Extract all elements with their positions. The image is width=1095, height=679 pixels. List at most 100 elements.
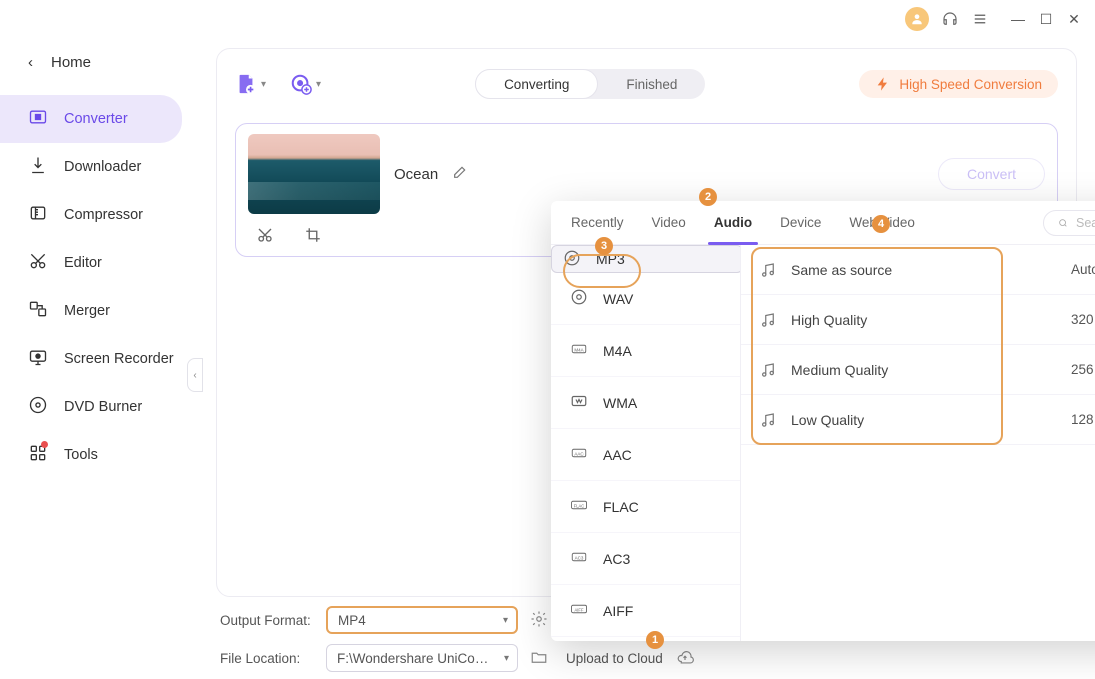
svg-text:AIFF: AIFF <box>575 607 584 612</box>
search-icon <box>1058 216 1068 230</box>
quality-rate: 128 kbps <box>1071 412 1095 427</box>
music-icon <box>759 411 777 429</box>
trim-icon[interactable] <box>256 226 274 244</box>
quality-name: Same as source <box>791 262 1071 278</box>
chevron-left-icon: ‹ <box>28 54 33 71</box>
rename-icon[interactable] <box>452 164 468 185</box>
add-disc-button[interactable]: ▾ <box>290 73 321 95</box>
downloader-icon <box>28 155 48 179</box>
screen-recorder-icon <box>28 347 48 371</box>
high-speed-pill[interactable]: High Speed Conversion <box>859 70 1058 98</box>
output-format-value: MP4 <box>338 613 366 628</box>
format-tab-recently[interactable]: Recently <box>569 209 626 236</box>
sidebar-item-merger[interactable]: Merger <box>0 287 182 335</box>
format-item-ac3[interactable]: AC3 AC3 <box>551 533 740 585</box>
ac3-icon: AC3 <box>569 548 589 569</box>
format-item-aac[interactable]: AACAAC <box>551 429 740 481</box>
quality-rate: 320 kbps <box>1071 312 1095 327</box>
format-label: FLAC <box>603 499 639 515</box>
wav-icon <box>569 288 589 309</box>
format-popup: RecentlyVideoAudioDeviceWeb Video MP3WAV… <box>551 201 1095 641</box>
badge-3: 3 <box>595 237 613 255</box>
sidebar-item-converter[interactable]: Converter <box>0 95 182 143</box>
format-label: AC3 <box>603 551 630 567</box>
m4a-icon: M4A <box>569 340 589 361</box>
format-label: WMA <box>603 395 637 411</box>
output-settings-icon[interactable] <box>530 610 548 631</box>
avatar[interactable] <box>905 7 929 31</box>
sidebar-item-downloader[interactable]: Downloader <box>0 143 182 191</box>
format-tab-audio[interactable]: Audio <box>712 209 754 236</box>
music-icon <box>759 311 777 329</box>
crop-icon[interactable] <box>304 226 322 244</box>
open-folder-icon[interactable] <box>530 648 548 669</box>
format-label: AAC <box>603 447 632 463</box>
menu-icon[interactable] <box>971 10 989 28</box>
merger-icon <box>28 299 48 323</box>
mp3-icon <box>562 249 582 270</box>
back-home[interactable]: ‹ Home <box>0 48 196 77</box>
status-segmented: Converting Finished <box>475 69 705 99</box>
quality-item[interactable]: Low Quality128 kbps <box>741 395 1095 445</box>
format-label: WAV <box>603 291 633 307</box>
close-button[interactable]: ✕ <box>1067 12 1081 26</box>
quality-name: Low Quality <box>791 412 1071 428</box>
format-item-wma[interactable]: WMA <box>551 377 740 429</box>
quality-item[interactable]: Medium Quality256 kbps <box>741 345 1095 395</box>
format-label: M4A <box>603 343 632 359</box>
search-box[interactable] <box>1043 210 1095 236</box>
badge-4: 4 <box>872 215 890 233</box>
maximize-button[interactable]: ☐ <box>1039 12 1053 26</box>
sidebar-item-label: Editor <box>64 255 102 271</box>
tab-converting[interactable]: Converting <box>475 69 598 99</box>
music-icon <box>759 361 777 379</box>
format-label: AIFF <box>603 603 633 619</box>
sidebar-item-label: Screen Recorder <box>64 351 174 367</box>
compressor-icon <box>28 203 48 227</box>
minimize-button[interactable]: — <box>1011 12 1025 26</box>
sidebar-item-label: Converter <box>64 111 128 127</box>
file-location-label: File Location: <box>220 651 314 666</box>
support-icon[interactable] <box>941 10 959 28</box>
svg-text:M4A: M4A <box>574 347 583 352</box>
svg-text:AC3: AC3 <box>575 555 584 560</box>
format-item-flac[interactable]: FLAC FLAC <box>551 481 740 533</box>
converter-icon <box>28 107 48 131</box>
sidebar-item-tools[interactable]: Tools <box>0 431 182 479</box>
add-file-button[interactable]: ▾ <box>235 73 266 95</box>
format-item-aiff[interactable]: AIFF AIFF <box>551 585 740 637</box>
format-item-mp3[interactable]: MP3 <box>551 245 741 273</box>
sidebar-item-label: DVD Burner <box>64 399 142 415</box>
quality-item[interactable]: Same as sourceAuto <box>741 245 1095 295</box>
upload-label: Upload to Cloud <box>566 651 663 666</box>
chevron-down-icon: ▾ <box>261 79 266 90</box>
format-tab-device[interactable]: Device <box>778 209 823 236</box>
convert-button[interactable]: Convert <box>938 158 1045 190</box>
sidebar-item-label: Downloader <box>64 159 141 175</box>
file-location-select[interactable]: F:\Wondershare UniConverter 1 ▾ <box>326 644 518 672</box>
output-format-select[interactable]: MP4 ▾ <box>326 606 518 634</box>
tab-finished[interactable]: Finished <box>598 69 705 99</box>
quality-name: High Quality <box>791 312 1071 328</box>
sidebar-item-compressor[interactable]: Compressor <box>0 191 182 239</box>
badge-2: 2 <box>699 188 717 206</box>
high-speed-label: High Speed Conversion <box>899 77 1042 92</box>
cloud-icon[interactable] <box>675 648 695 669</box>
sidebar-item-editor[interactable]: Editor <box>0 239 182 287</box>
sidebar-collapse-handle[interactable]: ‹ <box>187 358 203 392</box>
format-item-wav[interactable]: WAV <box>551 273 740 325</box>
file-location-value: F:\Wondershare UniConverter 1 <box>337 651 493 666</box>
file-thumbnail[interactable] <box>248 134 380 214</box>
quality-item[interactable]: High Quality320 kbps <box>741 295 1095 345</box>
dvd-burner-icon <box>28 395 48 419</box>
quality-rate: Auto <box>1071 262 1095 277</box>
format-tab-video[interactable]: Video <box>650 209 688 236</box>
svg-text:FLAC: FLAC <box>574 503 585 508</box>
search-input[interactable] <box>1076 216 1095 230</box>
wma-icon <box>569 392 589 413</box>
badge-1: 1 <box>646 631 664 649</box>
format-item-m4a[interactable]: M4A M4A <box>551 325 740 377</box>
output-format-label: Output Format: <box>220 613 314 628</box>
sidebar-item-dvd-burner[interactable]: DVD Burner <box>0 383 182 431</box>
sidebar-item-screen-recorder[interactable]: Screen Recorder <box>0 335 182 383</box>
